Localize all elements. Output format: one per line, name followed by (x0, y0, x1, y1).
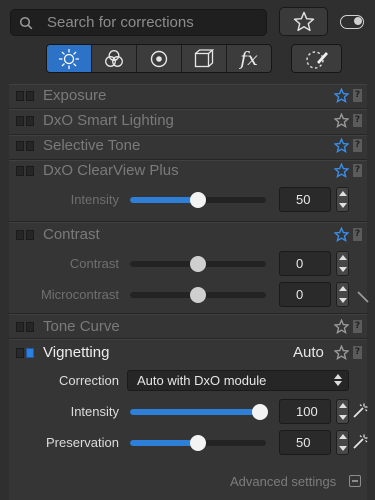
help-icon[interactable]: ? (353, 228, 362, 241)
brush-circle-icon (305, 50, 328, 69)
preservation-stepper[interactable] (336, 430, 349, 455)
star-icon[interactable] (334, 227, 349, 242)
section-title-contrast[interactable]: Contrast (43, 226, 100, 243)
geometry-cube-icon (194, 48, 215, 67)
preservation-slider[interactable] (130, 435, 266, 451)
correction-select[interactable]: Auto with DxO module (127, 370, 349, 391)
clearview-intensity-slider[interactable] (130, 192, 266, 208)
magic-wand-icon[interactable] (357, 291, 369, 303)
search-icon (19, 16, 33, 29)
magic-wand-icon[interactable] (352, 403, 368, 419)
search-input[interactable] (47, 14, 247, 31)
correction-label: Correction (59, 373, 119, 388)
palette-tabs: fx (46, 44, 272, 73)
help-icon[interactable]: ? (353, 114, 362, 127)
correction-select-value: Auto with DxO module (137, 373, 267, 388)
tab-color[interactable] (92, 45, 137, 72)
tab-geometry[interactable] (182, 45, 227, 72)
section-title-clearview[interactable]: DxO ClearView Plus (43, 162, 179, 179)
star-icon (293, 11, 314, 32)
vignetting-intensity-label: Intensity (70, 404, 119, 419)
star-icon[interactable] (334, 163, 349, 178)
search-box[interactable] (10, 9, 267, 36)
clearview-intensity-stepper[interactable] (336, 187, 349, 212)
slider-knob[interactable] (190, 192, 206, 208)
microcontrast-slider[interactable] (130, 287, 266, 303)
microcontrast-label: Microcontrast (40, 287, 119, 302)
slider-knob[interactable] (190, 435, 206, 451)
star-icon[interactable] (334, 319, 349, 334)
vignetting-intensity-stepper[interactable] (336, 399, 349, 424)
toggle-icon (340, 14, 364, 29)
vignetting-auto-label: Auto (293, 344, 324, 361)
advanced-settings-link[interactable]: Advanced settings (230, 474, 336, 489)
microcontrast-stepper[interactable] (336, 282, 349, 307)
section-title-vignetting[interactable]: Vignetting (43, 344, 109, 361)
detail-icon (150, 50, 168, 67)
magic-wand-icon[interactable] (352, 434, 368, 450)
preservation-value[interactable]: 50 (279, 430, 331, 455)
help-icon[interactable]: ? (353, 346, 362, 359)
fx-icon: fx (240, 47, 258, 70)
star-icon[interactable] (334, 138, 349, 153)
contrast-stepper[interactable] (336, 251, 349, 276)
star-icon[interactable] (334, 345, 349, 360)
microcontrast-value[interactable]: 0 (279, 282, 331, 307)
section-title-smart-lighting[interactable]: DxO Smart Lighting (43, 112, 174, 129)
star-icon[interactable] (334, 88, 349, 103)
vignetting-intensity-value[interactable]: 100 (279, 399, 331, 424)
compare-toggle[interactable] (333, 7, 371, 36)
smart-lighting-toggle[interactable] (16, 116, 34, 126)
chevron-updown-icon (334, 374, 342, 386)
color-circles-icon (105, 49, 123, 67)
tone-curve-toggle[interactable] (16, 322, 34, 332)
corrections-panel: Exposure ? DxO Smart Lighting ? Selectiv… (9, 84, 369, 500)
sun-icon (58, 48, 80, 69)
vignetting-toggle[interactable] (16, 348, 34, 358)
contrast-value[interactable]: 0 (279, 251, 331, 276)
collapse-icon[interactable] (349, 475, 361, 487)
help-icon[interactable]: ? (353, 164, 362, 177)
slider-knob[interactable] (252, 404, 268, 420)
tab-light[interactable] (47, 45, 92, 72)
tab-detail[interactable] (137, 45, 182, 72)
section-title-selective-tone[interactable]: Selective Tone (43, 137, 140, 154)
star-icon[interactable] (334, 113, 349, 128)
selective-tone-toggle[interactable] (16, 141, 34, 151)
slider-knob[interactable] (190, 287, 206, 303)
section-title-exposure[interactable]: Exposure (43, 87, 106, 104)
contrast-slider[interactable] (130, 256, 266, 272)
contrast-label: Contrast (69, 256, 119, 271)
contrast-toggle[interactable] (16, 230, 34, 240)
clearview-intensity-value[interactable]: 50 (279, 187, 331, 212)
help-icon[interactable]: ? (353, 139, 362, 152)
favorites-button[interactable] (279, 7, 328, 36)
clearview-toggle[interactable] (16, 166, 34, 176)
section-title-tone-curve[interactable]: Tone Curve (43, 318, 120, 335)
slider-knob[interactable] (190, 256, 206, 272)
help-icon[interactable]: ? (353, 89, 362, 102)
vignetting-intensity-slider[interactable] (130, 404, 268, 420)
exposure-toggle[interactable] (16, 91, 34, 101)
edit-palette-button[interactable] (291, 44, 342, 73)
tab-effects[interactable]: fx (227, 45, 271, 72)
preservation-label: Preservation (46, 435, 119, 450)
clearview-intensity-label: Intensity (70, 192, 119, 207)
help-icon[interactable]: ? (353, 320, 362, 333)
